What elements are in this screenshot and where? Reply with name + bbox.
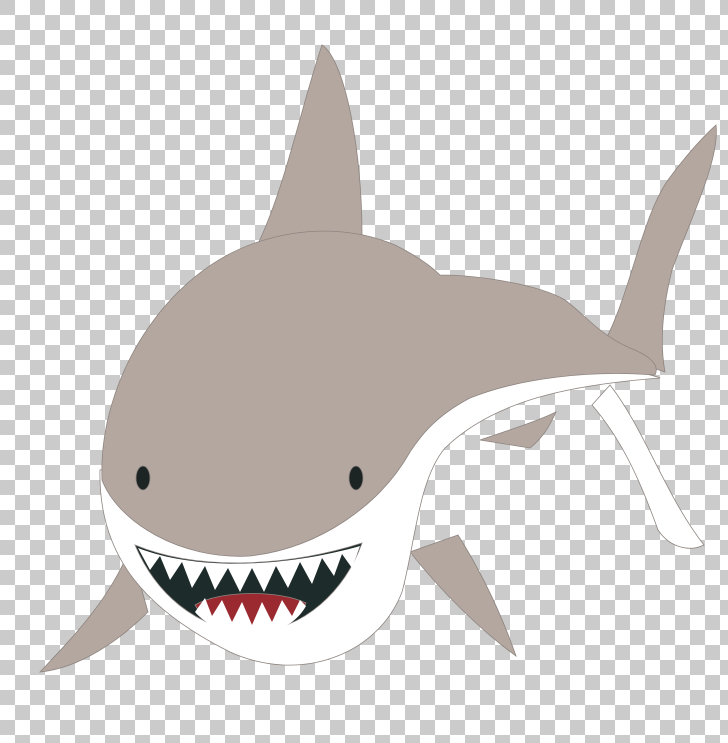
transparent-background	[0, 0, 728, 743]
tail-lower-lobe	[591, 384, 705, 549]
left-eye	[135, 465, 151, 491]
right-eye	[348, 465, 364, 491]
shark-illustration	[38, 44, 717, 673]
pelvic-fin	[479, 411, 557, 449]
dorsal-fin	[254, 44, 363, 251]
tail-upper-lobe	[599, 124, 717, 373]
right-pectoral-fin	[409, 534, 517, 658]
